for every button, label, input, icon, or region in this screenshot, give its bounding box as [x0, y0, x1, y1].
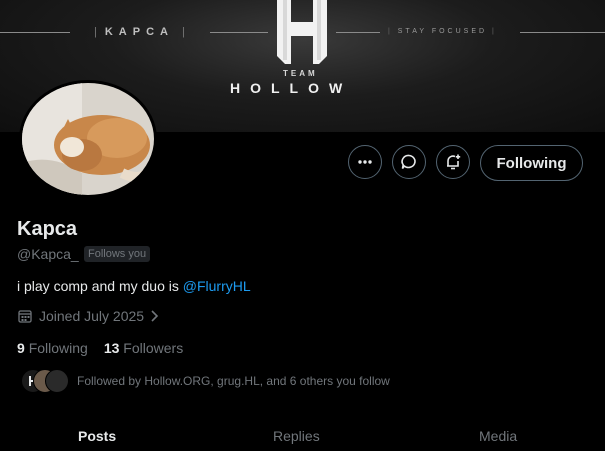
- banner-line: [210, 32, 268, 33]
- bio-mention-link[interactable]: @FlurryHL: [183, 278, 251, 294]
- following-stat[interactable]: 9 Following: [17, 340, 88, 356]
- banner-hollow-text: HOLLOW: [230, 80, 353, 96]
- profile-tabs: Posts Replies Media: [0, 418, 605, 451]
- tab-replies[interactable]: Replies: [273, 428, 320, 444]
- tab-media[interactable]: Media: [479, 428, 517, 444]
- display-name: Kapca: [17, 218, 78, 240]
- user-handle: @Kapca_: [17, 246, 79, 262]
- followers-stat[interactable]: 13 Followers: [104, 340, 183, 356]
- more-options-button[interactable]: [348, 145, 382, 179]
- joined-label: Joined July 2025: [39, 308, 145, 324]
- avatar: [45, 369, 69, 393]
- cat-avatar-image: [22, 83, 154, 195]
- hollow-logo-icon: [277, 0, 327, 64]
- tab-posts[interactable]: Posts: [78, 428, 116, 444]
- banner-line: [520, 32, 605, 33]
- mutual-followers-avatars[interactable]: [21, 369, 69, 393]
- joined-date[interactable]: Joined July 2025: [17, 308, 160, 324]
- message-button[interactable]: [392, 145, 426, 179]
- banner-line: [0, 32, 70, 33]
- notifications-button[interactable]: [436, 145, 470, 179]
- more-horizontal-icon: [358, 160, 372, 164]
- banner-right-text: | STAY FOCUSED |: [388, 28, 497, 35]
- following-button[interactable]: Following: [480, 145, 583, 181]
- bio: i play comp and my duo is @FlurryHL: [17, 278, 251, 294]
- follows-you-badge: Follows you: [84, 246, 151, 262]
- followed-by-text[interactable]: Followed by Hollow.ORG, grug.HL, and 6 o…: [77, 374, 390, 388]
- follow-stats: 9 Following 13 Followers: [17, 340, 183, 356]
- banner-team-text: TEAM: [283, 69, 318, 78]
- bio-text: i play comp and my duo is: [17, 278, 183, 294]
- message-bubble-icon: [401, 154, 416, 169]
- bell-plus-icon: [447, 154, 461, 170]
- banner-line: [336, 32, 380, 33]
- avatar[interactable]: [19, 80, 157, 198]
- chevron-right-icon: [151, 310, 159, 322]
- calendar-icon: [18, 310, 32, 323]
- banner-left-text: | KAPCA |: [94, 26, 185, 38]
